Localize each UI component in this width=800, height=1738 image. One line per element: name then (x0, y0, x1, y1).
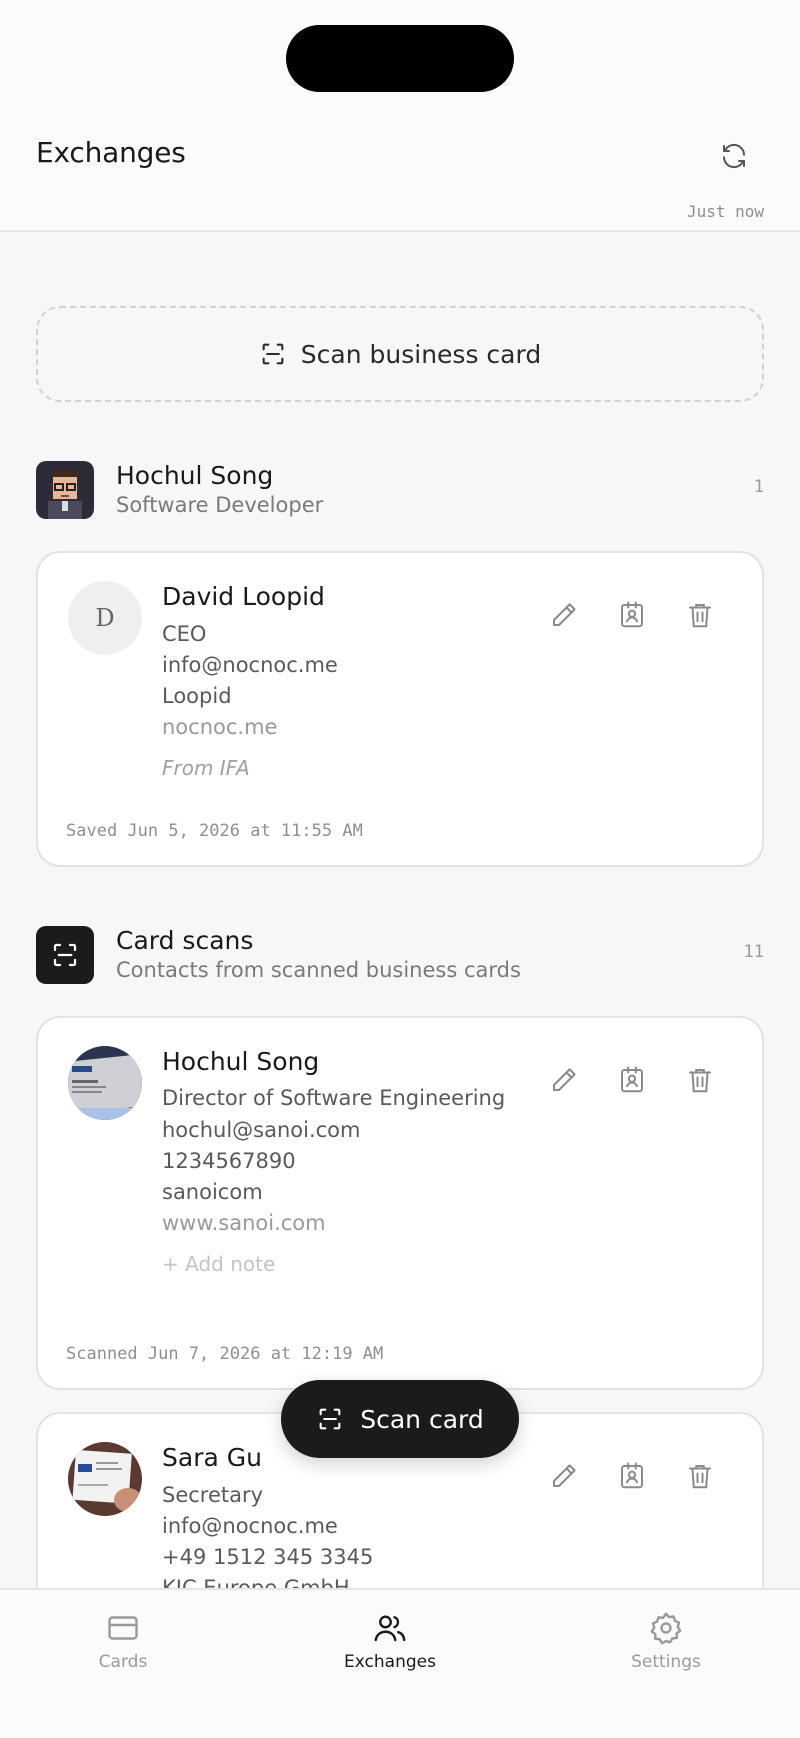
contact-title: CEO (162, 622, 207, 646)
group-header-hochul-song[interactable]: Hochul Song Software Developer 1 (36, 461, 764, 523)
group-header-card-scans[interactable]: Card scans Contacts from scanned busines… (36, 926, 764, 988)
people-icon (374, 1615, 406, 1642)
refresh-button[interactable] (714, 136, 754, 176)
group-name: Hochul Song (116, 461, 274, 490)
save-contact-button[interactable] (614, 597, 650, 633)
bottom-nav: Cards Exchanges Settings (0, 1588, 800, 1738)
dynamic-island (286, 25, 514, 92)
edit-button[interactable] (546, 1458, 582, 1494)
contact-website[interactable]: nocnoc.me (162, 712, 522, 743)
nav-label: Exchanges (344, 1652, 436, 1672)
save-contact-button[interactable] (614, 1458, 650, 1494)
nav-label: Settings (631, 1652, 701, 1672)
saved-timestamp: Saved Jun 5, 2026 at 11:55 AM (66, 821, 363, 841)
contact-badge-icon (621, 1066, 643, 1093)
contact-title: Director of Software Engineering (162, 1086, 506, 1110)
avatar (36, 461, 94, 519)
card-scan-thumbnail (68, 1442, 142, 1516)
scan-icon (319, 1408, 341, 1430)
save-contact-button[interactable] (614, 1062, 650, 1098)
contact-card[interactable]: D David Loopid CEO info@nocnoc.me Loopid… (36, 551, 764, 867)
nav-item-cards[interactable]: Cards (53, 1610, 193, 1672)
group-subtitle: Contacts from scanned business cards (116, 958, 521, 982)
contact-card[interactable]: Hochul Song Director of Software Enginee… (36, 1016, 764, 1390)
contact-company: Loopid (162, 684, 232, 708)
scan-card-label: Scan card (360, 1404, 484, 1434)
scan-group-icon (36, 926, 94, 984)
top-bar: Exchanges Just now (0, 0, 800, 232)
nav-item-settings[interactable]: Settings (596, 1610, 736, 1672)
card-icon (108, 1616, 138, 1640)
delete-button[interactable] (682, 1062, 718, 1098)
scan-card-button[interactable]: Scan card (281, 1380, 519, 1458)
contact-company: sanoicom (162, 1180, 263, 1204)
scan-business-card-button[interactable]: Scan business card (36, 306, 764, 402)
contact-title: Secretary (162, 1483, 264, 1507)
delete-button[interactable] (682, 1458, 718, 1494)
add-note-button[interactable]: + Add note (162, 1249, 522, 1279)
pencil-icon (553, 1068, 576, 1091)
contact-badge-icon (621, 601, 643, 628)
last-updated: Just now (686, 202, 764, 221)
gear-icon (650, 1612, 682, 1645)
edit-button[interactable] (546, 597, 582, 633)
trash-icon (689, 1465, 711, 1489)
contact-name: David Loopid (162, 582, 325, 611)
refresh-icon (723, 143, 745, 169)
group-subtitle: Software Developer (116, 493, 324, 517)
nav-item-exchanges[interactable]: Exchanges (320, 1610, 460, 1672)
scan-business-card-label: Scan business card (300, 339, 542, 369)
card-scan-thumbnail (68, 1046, 142, 1120)
pencil-icon (553, 603, 576, 626)
trash-icon (689, 1069, 711, 1093)
pencil-icon (553, 1464, 576, 1487)
group-count: 11 (743, 942, 764, 962)
nav-label: Cards (98, 1652, 148, 1672)
scanned-timestamp: Scanned Jun 7, 2026 at 12:19 AM (66, 1344, 384, 1364)
contact-email: info@nocnoc.me (162, 1514, 338, 1538)
scan-icon (262, 343, 284, 365)
edit-button[interactable] (546, 1062, 582, 1098)
trash-icon (689, 604, 711, 628)
contact-phone: 1234567890 (162, 1149, 296, 1173)
contact-phone: +49 1512 345 3345 (162, 1545, 374, 1569)
contact-note[interactable]: From IFA (162, 753, 522, 783)
contact-website[interactable]: www.sanoi.com (162, 1208, 522, 1239)
contact-name: Hochul Song (162, 1047, 320, 1076)
contact-email: info@nocnoc.me (162, 653, 338, 677)
group-count: 1 (753, 477, 764, 497)
contact-email: hochul@sanoi.com (162, 1118, 361, 1142)
delete-button[interactable] (682, 597, 718, 633)
avatar: D (68, 581, 142, 655)
contact-company: KIC Europe GmbH (162, 1576, 350, 1588)
page-title: Exchanges (36, 136, 186, 169)
contact-badge-icon (621, 1462, 643, 1489)
group-name: Card scans (116, 926, 254, 955)
